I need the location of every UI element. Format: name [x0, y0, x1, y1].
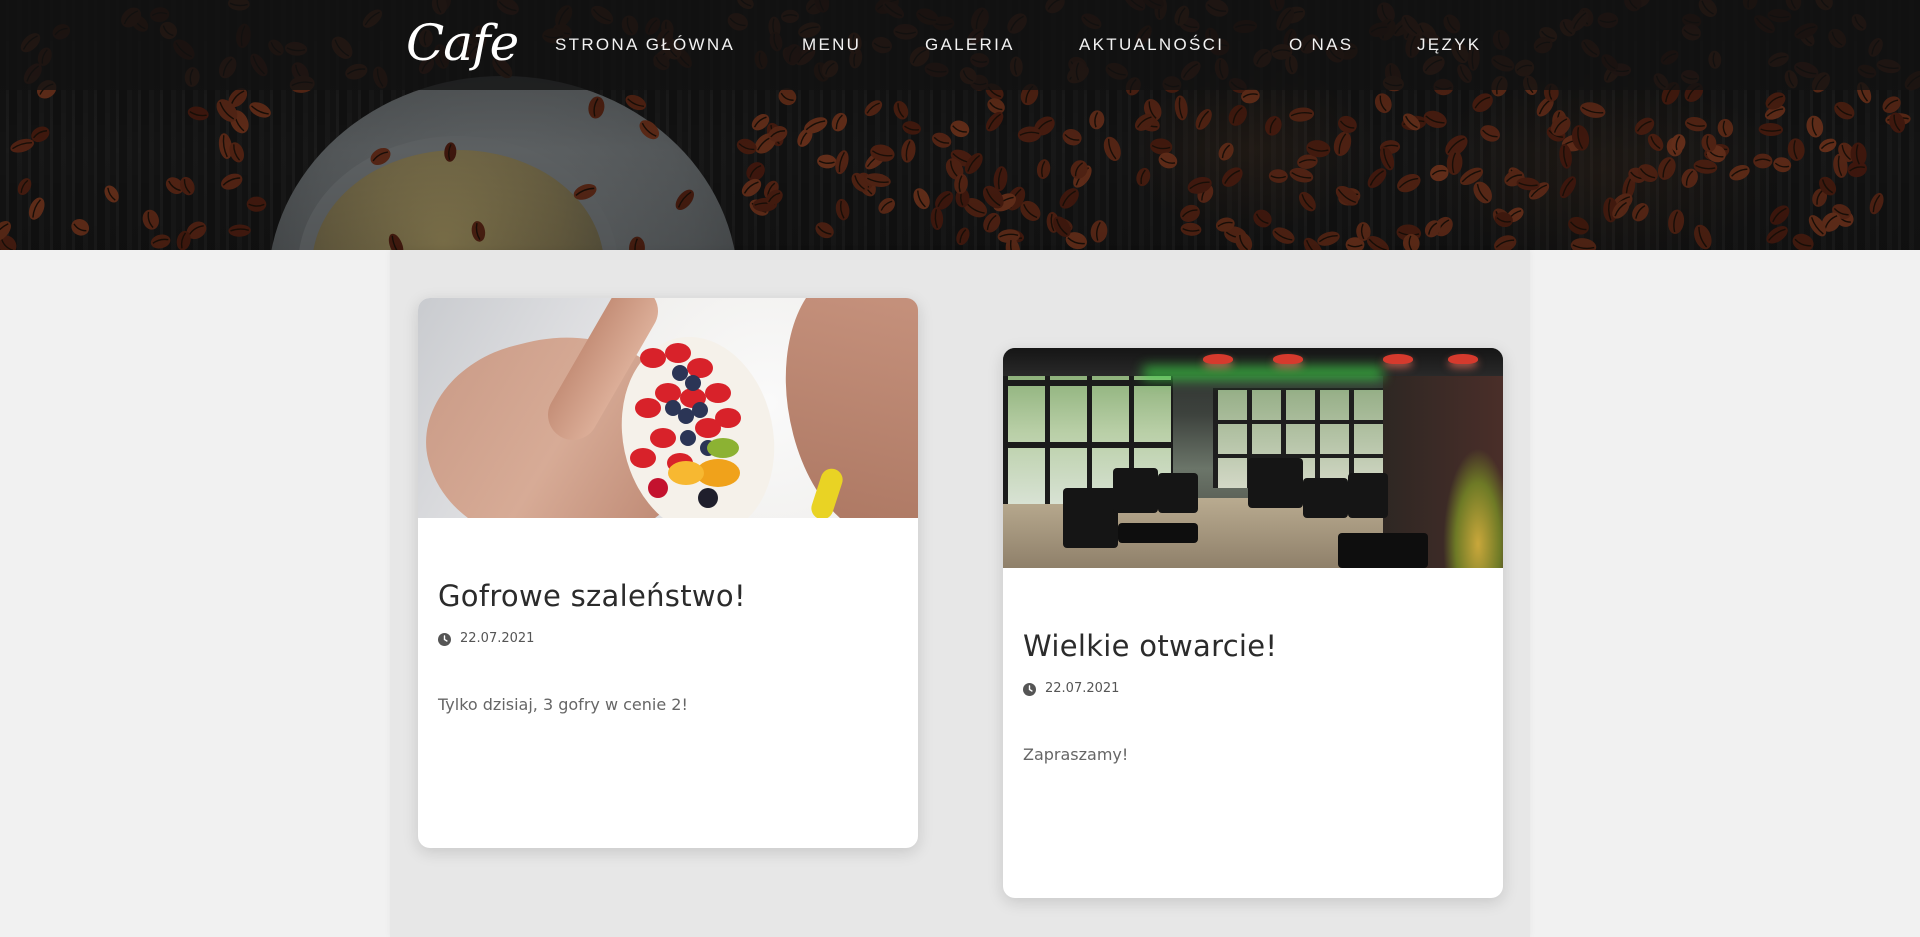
nav-item-news[interactable]: AKTUALNOŚCI — [1079, 34, 1224, 56]
card-text: Tylko dzisiaj, 3 gofry w cenie 2! — [438, 695, 688, 714]
news-card[interactable]: Gofrowe szaleństwo! 22.07.2021 Tylko dzi… — [418, 298, 918, 848]
card-meta: 22.07.2021 — [1023, 680, 1483, 698]
card-text: Zapraszamy! — [1023, 745, 1129, 764]
card-date: 22.07.2021 — [1045, 681, 1120, 696]
nav-item-about[interactable]: O NAS — [1289, 34, 1353, 56]
nav-item-gallery[interactable]: GALERIA — [925, 34, 1015, 56]
nav-links: STRONA GŁÓWNA MENU GALERIA AKTUALNOŚCI O… — [0, 34, 1920, 56]
card-title[interactable]: Wielkie otwarcie! — [1023, 628, 1483, 664]
card-title[interactable]: Gofrowe szaleństwo! — [438, 578, 898, 614]
clock-icon — [1023, 682, 1036, 696]
nav-item-menu[interactable]: MENU — [802, 34, 861, 56]
cafe-interior-image[interactable] — [1003, 348, 1503, 568]
news-card[interactable]: Wielkie otwarcie! 22.07.2021 Zapraszamy! — [1003, 348, 1503, 898]
card-body: Gofrowe szaleństwo! 22.07.2021 Tylko dzi… — [438, 518, 898, 716]
card-meta: 22.07.2021 — [438, 630, 898, 648]
nav-item-language[interactable]: JĘZYK — [1417, 34, 1481, 56]
card-date: 22.07.2021 — [460, 631, 535, 646]
card-body: Wielkie otwarcie! 22.07.2021 Zapraszamy! — [1023, 568, 1483, 766]
clock-icon — [438, 632, 451, 646]
top-navbar: Cafe STRONA GŁÓWNA MENU GALERIA AKTUALNO… — [0, 0, 1920, 90]
nav-item-home[interactable]: STRONA GŁÓWNA — [555, 34, 735, 56]
fruit-waffle-image[interactable] — [418, 298, 918, 518]
